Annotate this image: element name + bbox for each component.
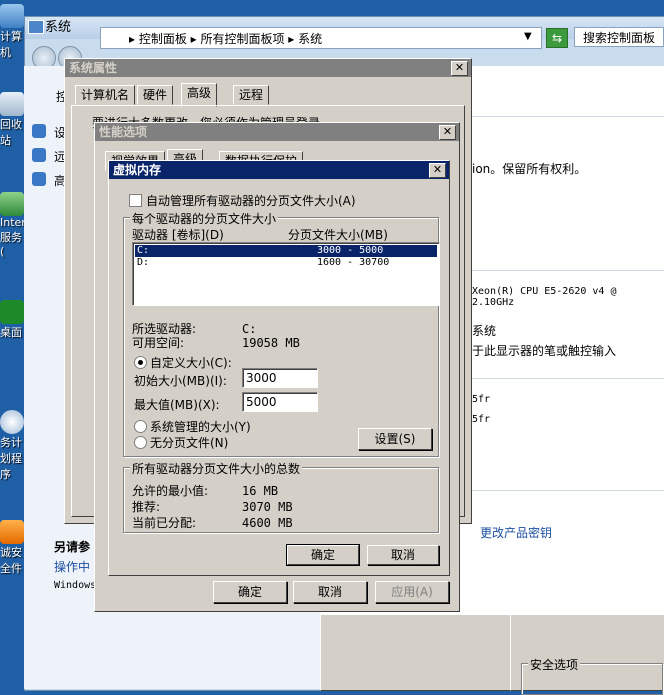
security-options-group: 安全选项: [521, 656, 663, 695]
server-icon: [0, 192, 24, 216]
set-button[interactable]: 设置(S): [358, 428, 432, 450]
list-item[interactable]: D: 1600 - 30700: [135, 257, 437, 269]
allocated-label: 当前已分配:: [132, 516, 197, 530]
ok-button[interactable]: 确定: [286, 544, 360, 566]
ok-button[interactable]: 确定: [213, 581, 287, 603]
recommended-label: 推荐:: [132, 500, 161, 514]
auto-manage-label[interactable]: 自动管理所有驱动器的分页文件大小(A): [146, 192, 356, 209]
desktop-shortcut-icon[interactable]: 桌面: [0, 300, 26, 340]
max-size-field[interactable]: 5000: [242, 392, 318, 412]
min-allowed-label: 允许的最小值:: [132, 484, 209, 498]
close-icon[interactable]: ✕: [451, 61, 468, 76]
app-icon: [0, 300, 24, 324]
copyright-text: ion。保留所有权利。: [472, 162, 587, 176]
see-also-link[interactable]: 操作中: [54, 558, 90, 575]
close-icon[interactable]: ✕: [439, 125, 456, 140]
tab-advanced[interactable]: 高级: [181, 83, 218, 107]
max-size-label: 最大值(MB)(X):: [134, 398, 220, 412]
recommended-value: 3070 MB: [242, 500, 293, 514]
initial-size-field[interactable]: 3000: [242, 368, 318, 388]
shield-icon: [32, 148, 46, 162]
group-title: 所有驱动器分页文件大小的总数: [130, 460, 303, 477]
recycle-bin-desktop-icon[interactable]: 回收站: [0, 92, 26, 148]
no-paging-label[interactable]: 无分页文件(N): [150, 434, 228, 451]
tab-computer-name[interactable]: 计算机名: [75, 85, 136, 105]
allocated-value: 4600 MB: [242, 516, 293, 530]
group-title: 每个驱动器的分页文件大小: [130, 210, 279, 227]
task-scheduler-desktop-icon[interactable]: 务计划程序: [0, 410, 26, 482]
tab-hardware[interactable]: 硬件: [137, 85, 174, 105]
tab-remote[interactable]: 远程: [233, 85, 270, 105]
dialog-title: 系统属性: [65, 59, 471, 77]
free-space-label: 可用空间:: [132, 336, 185, 350]
dialog-title: 性能选项: [95, 123, 459, 141]
per-drive-group: 每个驱动器的分页文件大小 驱动器 [卷标](D) 分页文件大小(MB) C: 3…: [123, 210, 440, 457]
free-space-value: 19058 MB: [242, 336, 300, 350]
text-fragment: 5fr: [472, 394, 491, 405]
close-icon[interactable]: ✕: [429, 163, 446, 178]
change-product-key-link[interactable]: 更改产品密钥: [480, 524, 552, 541]
recycle-bin-icon: [0, 92, 24, 116]
security-software-desktop-icon[interactable]: 诚安全件: [0, 520, 26, 576]
size-column-header: 分页文件大小(MB): [288, 228, 388, 242]
list-item[interactable]: C: 3000 - 5000: [135, 245, 437, 257]
chevron-down-icon[interactable]: ▼: [524, 31, 532, 42]
computer-icon: [0, 4, 24, 28]
see-also-heading: 另请参: [54, 540, 91, 554]
virtual-memory-dialog: 虚拟内存 ✕ 自动管理所有驱动器的分页文件大小(A) 每个驱动器的分页文件大小 …: [108, 160, 450, 576]
computer-desktop-icon[interactable]: 计算机: [0, 4, 26, 60]
shield-icon: [32, 172, 46, 186]
custom-size-label[interactable]: 自定义大小(C):: [150, 354, 232, 371]
cancel-button[interactable]: 取消: [367, 545, 439, 565]
system-type-value: 系统: [472, 324, 497, 338]
cancel-button[interactable]: 取消: [293, 581, 367, 603]
refresh-icon[interactable]: ⇆: [546, 28, 568, 48]
selected-drive-value: C:: [242, 322, 257, 336]
search-input[interactable]: 搜索控制面板: [574, 27, 664, 47]
shield-icon: [32, 124, 46, 138]
internet-services-desktop-icon[interactable]: Internet 服务 (: [0, 192, 44, 258]
drive-column-header: 驱动器 [卷标](D): [132, 228, 224, 242]
system-managed-label[interactable]: 系统管理的大小(Y): [150, 418, 251, 435]
text-fragment: 5fr: [472, 414, 491, 425]
breadcrumb: ▸ 控制面板 ▸ 所有控制面板项 ▸ 系统: [129, 32, 323, 46]
min-allowed-value: 16 MB: [242, 484, 279, 498]
security-options-panel: 安全选项: [510, 614, 664, 695]
sub-panel: [320, 614, 512, 691]
apply-button[interactable]: 应用(A): [375, 581, 449, 603]
see-also-link[interactable]: Windows: [54, 580, 96, 591]
shield-app-icon: [0, 520, 24, 544]
address-bar[interactable]: ▸ 控制面板 ▸ 所有控制面板项 ▸ 系统: [100, 27, 542, 49]
drive-list[interactable]: C: 3000 - 5000 D: 1600 - 30700: [132, 242, 440, 306]
initial-size-label: 初始大小(MB)(I):: [134, 374, 227, 388]
custom-size-radio[interactable]: [134, 356, 147, 369]
auto-manage-checkbox[interactable]: [129, 194, 142, 207]
no-paging-radio[interactable]: [134, 436, 147, 449]
system-window-icon: [28, 20, 44, 34]
pen-touch-value: 于此显示器的笔或触控输入: [472, 344, 617, 358]
system-managed-radio[interactable]: [134, 420, 147, 433]
processor-value: Xeon(R) CPU E5-2620 v4 @ 2.10GHz: [472, 286, 617, 308]
totals-group: 所有驱动器分页文件大小的总数 允许的最小值: 16 MB 推荐: 3070 MB…: [123, 460, 439, 533]
clock-icon: [0, 410, 24, 434]
dialog-title: 虚拟内存: [109, 161, 449, 179]
